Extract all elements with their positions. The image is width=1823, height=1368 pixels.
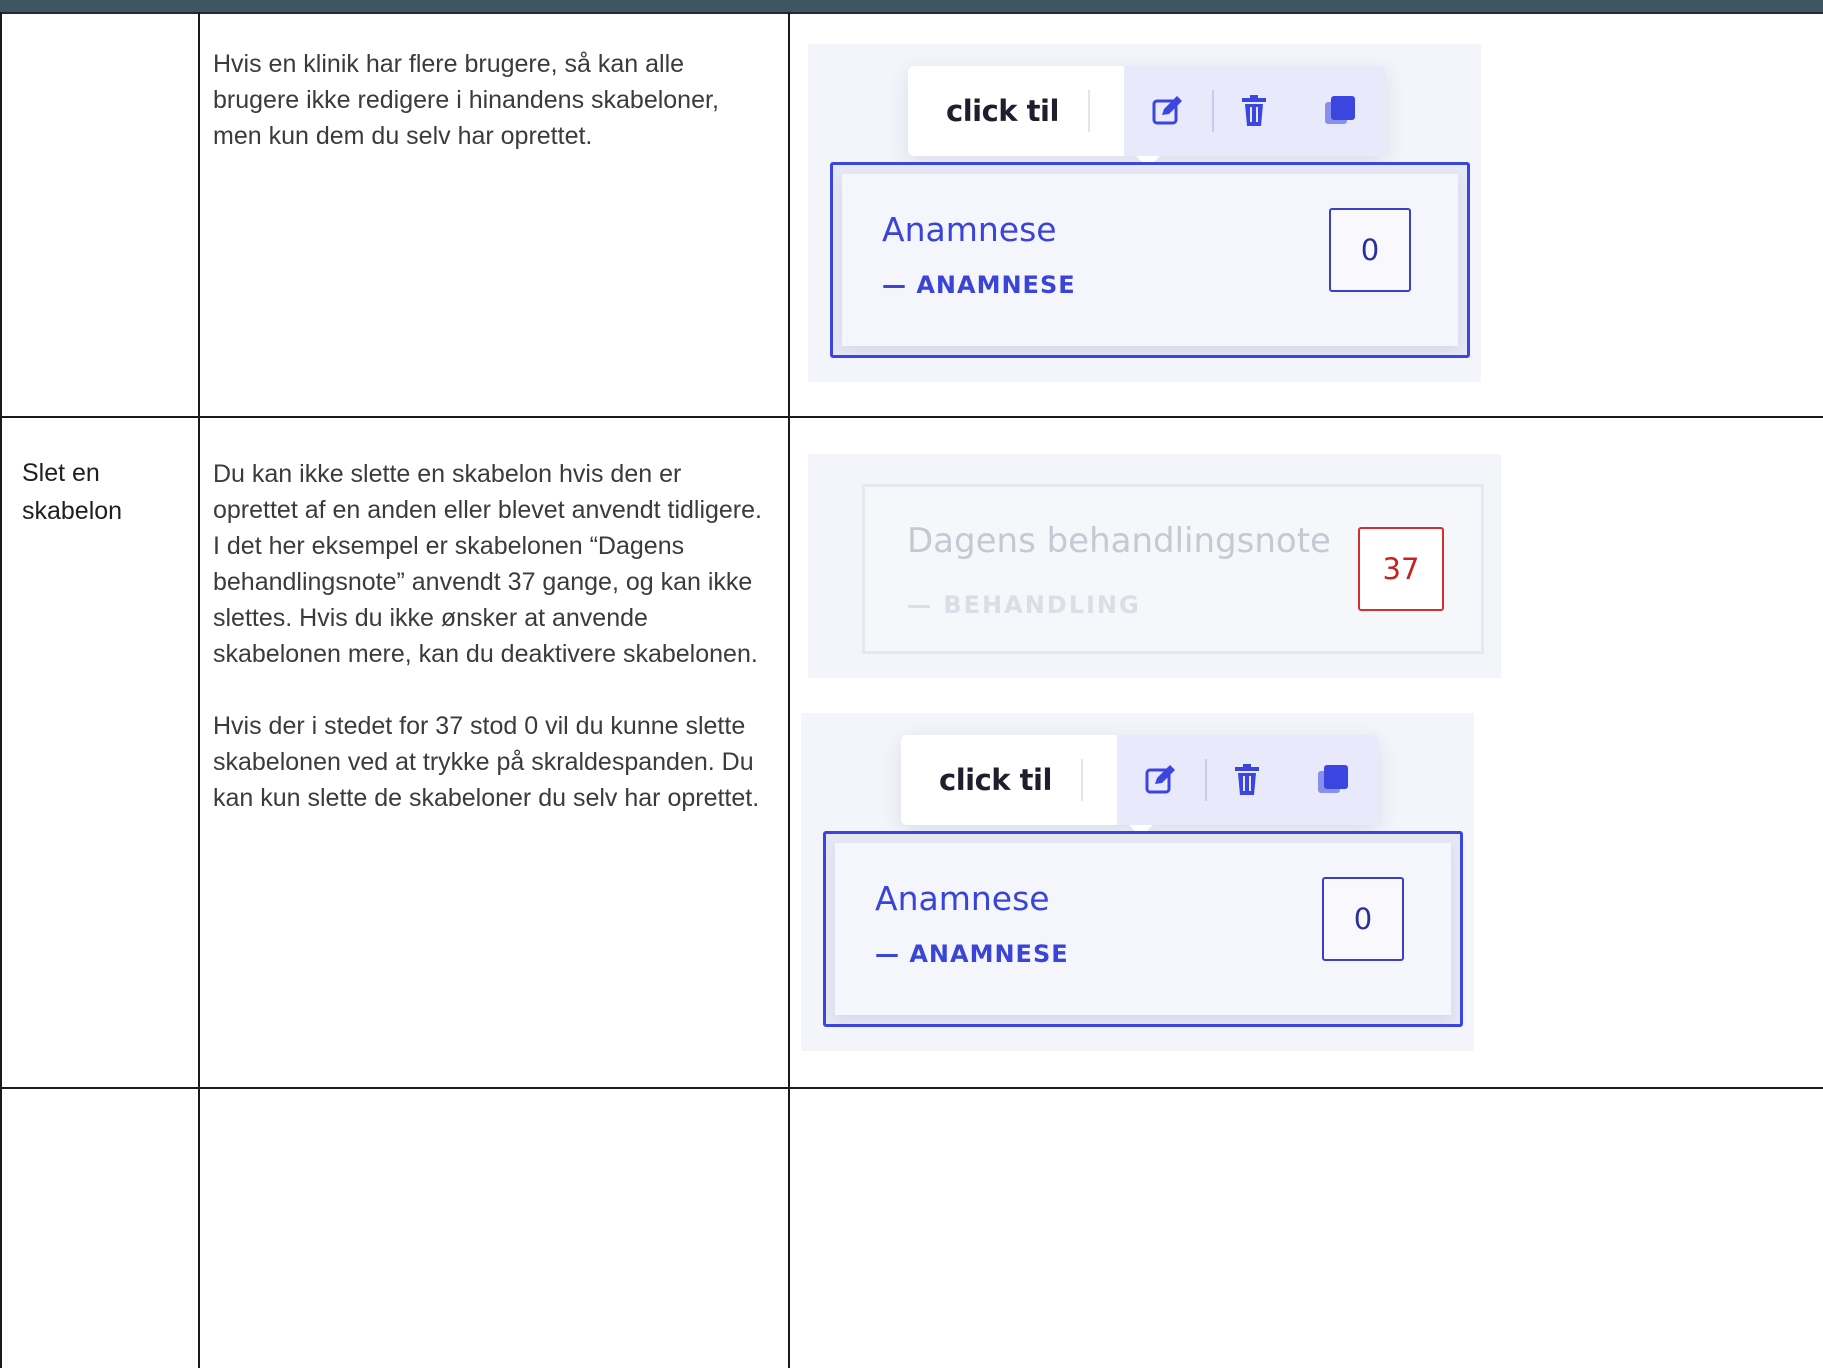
trash-icon[interactable]	[1236, 93, 1272, 129]
template-card[interactable]: Anamnese — ANAMNESE 0	[830, 162, 1470, 358]
template-card-body: Anamnese — ANAMNESE 0	[842, 174, 1458, 346]
template-card-screenshot-used: Dagens behandlingsnote — BEHANDLING 37	[808, 454, 1501, 678]
row-2-description: Du kan ikke slette en skabelon hvis den …	[213, 456, 773, 852]
copy-icon[interactable]	[1315, 762, 1351, 798]
template-category: — ANAMNESE	[882, 271, 1076, 299]
usage-count-badge: 37	[1358, 527, 1444, 611]
edit-icon[interactable]	[1150, 93, 1186, 129]
toolbar-action-group	[1117, 735, 1379, 825]
toolbar-divider	[1081, 759, 1083, 801]
toolbar-action-group	[1124, 66, 1386, 156]
toolbar-click-label[interactable]: click til	[939, 763, 1052, 797]
template-category: — ANAMNESE	[875, 940, 1069, 968]
template-toolbar: click til	[901, 735, 1379, 825]
table-row-divider-1	[0, 416, 1823, 418]
edit-icon[interactable]	[1143, 762, 1179, 798]
template-card-screenshot-deletable: click til Anamnese — ANAMNESE 0	[801, 713, 1474, 1051]
template-title: Anamnese	[882, 210, 1057, 249]
usage-count-badge: 0	[1329, 208, 1411, 292]
table-row-divider-2	[0, 1087, 1823, 1089]
toolbar-click-label[interactable]: click til	[946, 94, 1059, 128]
row-2-label: Slet en skabelon	[22, 459, 123, 525]
template-card-body: Anamnese — ANAMNESE 0	[835, 843, 1451, 1015]
template-category: — BEHANDLING	[907, 591, 1141, 619]
row-2-paragraph-1: Du kan ikke slette en skabelon hvis den …	[213, 460, 762, 668]
template-card[interactable]: Anamnese — ANAMNESE 0	[823, 831, 1463, 1027]
toolbar-divider	[1212, 90, 1214, 132]
template-title: Dagens behandlingsnote	[907, 521, 1331, 561]
table-border-left	[0, 12, 2, 1368]
row-1-paragraph: Hvis en klinik har flere brugere, så kan…	[213, 50, 719, 150]
row-1-description: Hvis en klinik har flere brugere, så kan…	[213, 46, 773, 190]
trash-icon[interactable]	[1229, 762, 1265, 798]
template-toolbar: click til	[908, 66, 1386, 156]
toolbar-divider	[1088, 90, 1090, 132]
template-card-screenshot-editable: click til Anamnese — ANAMNESE 0	[808, 44, 1481, 382]
used-template-card[interactable]: Dagens behandlingsnote — BEHANDLING 37	[862, 484, 1484, 654]
row-2-paragraph-2: Hvis der i stedet for 37 stod 0 vil du k…	[213, 712, 760, 812]
toolbar-divider	[1205, 759, 1207, 801]
table-column-divider-2	[788, 12, 790, 1368]
document-header-bar	[0, 0, 1823, 14]
table-column-divider-1	[198, 12, 200, 1368]
usage-count-badge: 0	[1322, 877, 1404, 961]
copy-icon[interactable]	[1322, 93, 1358, 129]
template-title: Anamnese	[875, 879, 1050, 918]
